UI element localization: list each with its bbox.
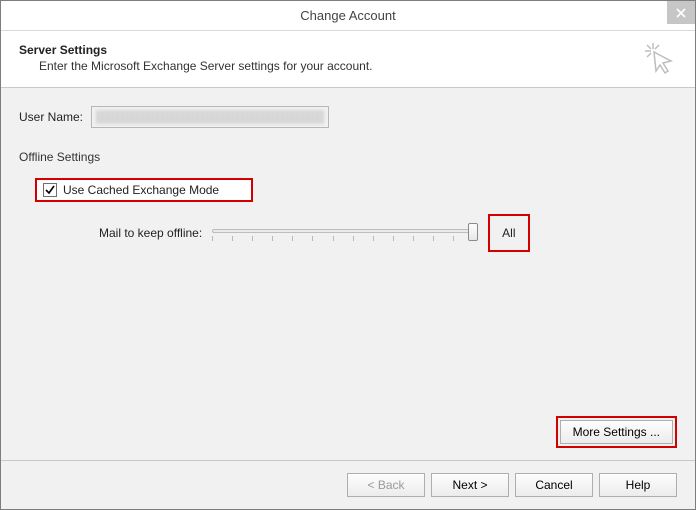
change-account-dialog: Change Account Server Settings Enter the… [0,0,696,510]
more-settings-highlight: More Settings ... [556,416,677,448]
dialog-header: Server Settings Enter the Microsoft Exch… [1,31,695,88]
back-button: < Back [347,473,425,497]
mail-to-keep-row: Mail to keep offline: All [99,214,677,252]
slider-track [212,229,474,233]
user-name-redacted-value [96,110,324,124]
user-name-row: User Name: [19,106,677,128]
user-name-label: User Name: [19,110,91,124]
cursor-click-icon [643,41,679,77]
title-bar: Change Account [1,1,695,31]
cached-exchange-mode-label: Use Cached Exchange Mode [63,183,219,197]
close-button[interactable] [667,1,695,24]
checkmark-icon [45,185,55,195]
cached-exchange-mode-row: Use Cached Exchange Mode [35,178,253,202]
close-icon [676,8,686,18]
dialog-body: User Name: Offline Settings Use Cached E… [1,88,695,460]
cached-exchange-mode-checkbox[interactable] [43,183,57,197]
mail-to-keep-label: Mail to keep offline: [99,226,202,240]
window-title: Change Account [1,8,695,23]
help-button[interactable]: Help [599,473,677,497]
offline-settings-label: Offline Settings [19,150,677,164]
header-description: Enter the Microsoft Exchange Server sett… [39,59,677,73]
dialog-footer: < Back Next > Cancel Help [1,460,695,509]
more-settings-button[interactable]: More Settings ... [560,420,673,444]
slider-ticks [212,236,474,242]
next-button[interactable]: Next > [431,473,509,497]
cancel-button[interactable]: Cancel [515,473,593,497]
header-title: Server Settings [19,43,677,57]
slider-thumb[interactable] [468,223,478,241]
mail-to-keep-value: All [488,214,529,252]
user-name-field[interactable] [91,106,329,128]
mail-to-keep-slider[interactable] [212,222,474,244]
